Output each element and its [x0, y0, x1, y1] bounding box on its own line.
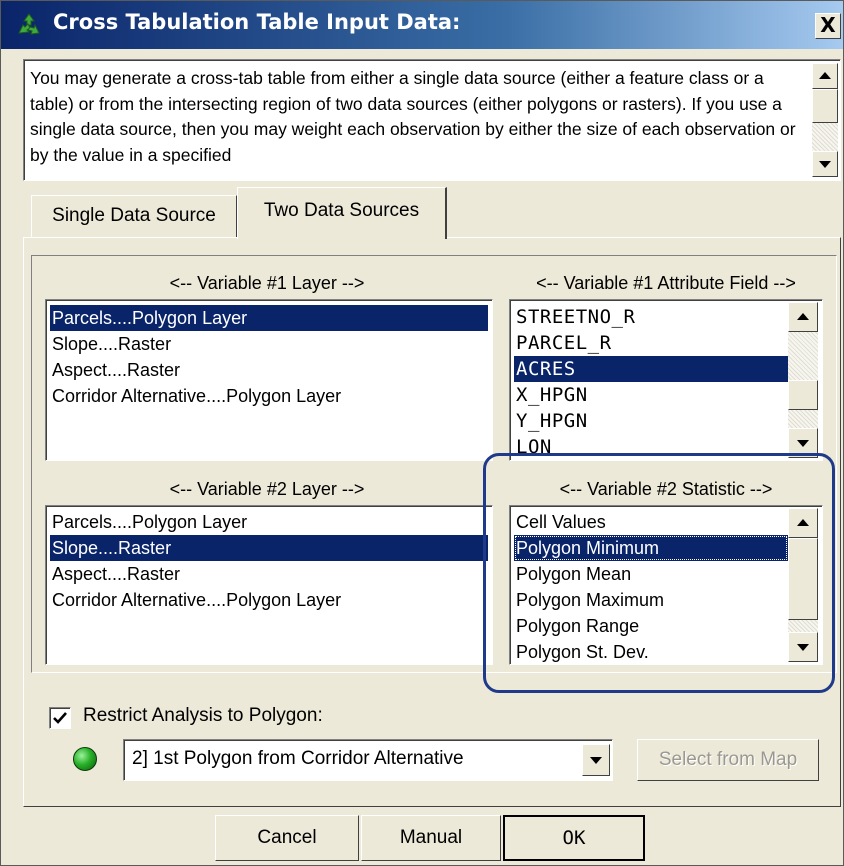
list-item[interactable]: STREETNO_R [514, 304, 788, 330]
arrow-up-icon [797, 313, 809, 320]
attribute-scrollbar[interactable] [788, 302, 818, 458]
list-item[interactable]: Slope....Raster [50, 331, 488, 357]
polygon-dropdown[interactable]: 2] 1st Polygon from Corridor Alternative [123, 739, 613, 781]
list-item[interactable]: Aspect....Raster [50, 357, 488, 383]
restrict-label[interactable]: Restrict Analysis to Polygon: [83, 705, 323, 727]
list-item[interactable]: Y_HPGN [514, 408, 788, 434]
arrow-down-icon [819, 161, 831, 168]
list-item[interactable]: Polygon Minimum [514, 535, 788, 561]
list-item[interactable]: Polygon Range [514, 613, 788, 639]
list-item[interactable]: Slope....Raster [50, 535, 488, 561]
list-item[interactable]: Polygon Maximum [514, 587, 788, 613]
arrow-down-icon [797, 440, 809, 447]
title-bar[interactable]: Cross Tabulation Table Input Data: X [1, 1, 843, 49]
variable2-layer-label: <-- Variable #2 Layer --> [169, 479, 365, 499]
arrow-up-icon [797, 519, 809, 526]
scroll-thumb[interactable] [788, 538, 818, 620]
description-box[interactable]: You may generate a cross-tab table from … [23, 59, 841, 181]
ok-button-label: OK [562, 827, 586, 849]
green-status-icon [73, 747, 97, 771]
dropdown-button[interactable] [582, 744, 610, 776]
description-text: You may generate a cross-tab table from … [30, 68, 796, 165]
list-item[interactable]: PARCEL_R [514, 330, 788, 356]
variable2-layer-list[interactable]: Parcels....Polygon Layer Slope....Raster… [45, 505, 493, 665]
scroll-thumb[interactable] [788, 380, 818, 410]
recycle-arrows-icon [18, 13, 40, 35]
cross-tab-dialog: Cross Tabulation Table Input Data: X You… [0, 0, 844, 866]
statistic-scrollbar[interactable] [788, 508, 818, 662]
scroll-up-button[interactable] [788, 302, 818, 332]
description-scrollbar[interactable] [812, 63, 838, 177]
polygon-dropdown-value: 2] 1st Polygon from Corridor Alternative [132, 748, 464, 769]
restrict-checkbox[interactable] [49, 707, 71, 729]
checkmark-icon [53, 712, 67, 724]
close-button[interactable]: X [815, 13, 841, 39]
chevron-down-icon [590, 757, 602, 764]
cancel-button[interactable]: Cancel [215, 815, 359, 861]
list-item[interactable]: X_HPGN [514, 382, 788, 408]
scroll-down-button[interactable] [812, 151, 838, 177]
tab-single-data-source[interactable]: Single Data Source [31, 195, 237, 237]
manual-button[interactable]: Manual [361, 815, 501, 861]
variable1-attribute-list[interactable]: STREETNO_R PARCEL_R ACRES X_HPGN Y_HPGN … [509, 299, 823, 461]
list-item[interactable]: Corridor Alternative....Polygon Layer [50, 587, 488, 613]
variable2-statistic-label: <-- Variable #2 Statistic --> [559, 479, 773, 499]
select-from-map-button[interactable]: Select from Map [637, 739, 819, 781]
ok-button[interactable]: OK [503, 815, 645, 861]
list-item[interactable]: Polygon Mean [514, 561, 788, 587]
list-item[interactable]: Polygon St. Dev. [514, 639, 788, 664]
variable1-layer-label: <-- Variable #1 Layer --> [169, 273, 365, 293]
scroll-thumb[interactable] [812, 89, 838, 123]
arrow-up-icon [819, 72, 831, 79]
list-item[interactable]: Cell Values [514, 509, 788, 535]
tab-two-data-sources[interactable]: Two Data Sources [237, 187, 447, 239]
list-item[interactable]: LON [514, 434, 788, 460]
scroll-up-button[interactable] [812, 63, 838, 89]
variable1-layer-list[interactable]: Parcels....Polygon Layer Slope....Raster… [45, 299, 493, 461]
variable2-statistic-list[interactable]: Cell Values Polygon Minimum Polygon Mean… [509, 505, 823, 665]
list-item[interactable]: Parcels....Polygon Layer [50, 509, 488, 535]
dialog-title: Cross Tabulation Table Input Data: [53, 10, 461, 34]
list-item[interactable]: Parcels....Polygon Layer [50, 305, 488, 331]
variable1-attribute-label: <-- Variable #1 Attribute Field --> [536, 273, 796, 293]
list-item[interactable]: Corridor Alternative....Polygon Layer [50, 383, 488, 409]
arrow-down-icon [797, 644, 809, 651]
list-item[interactable]: Aspect....Raster [50, 561, 488, 587]
scroll-down-button[interactable] [788, 632, 818, 662]
list-item[interactable]: ACRES [514, 356, 788, 382]
scroll-down-button[interactable] [788, 428, 818, 458]
scroll-up-button[interactable] [788, 508, 818, 538]
